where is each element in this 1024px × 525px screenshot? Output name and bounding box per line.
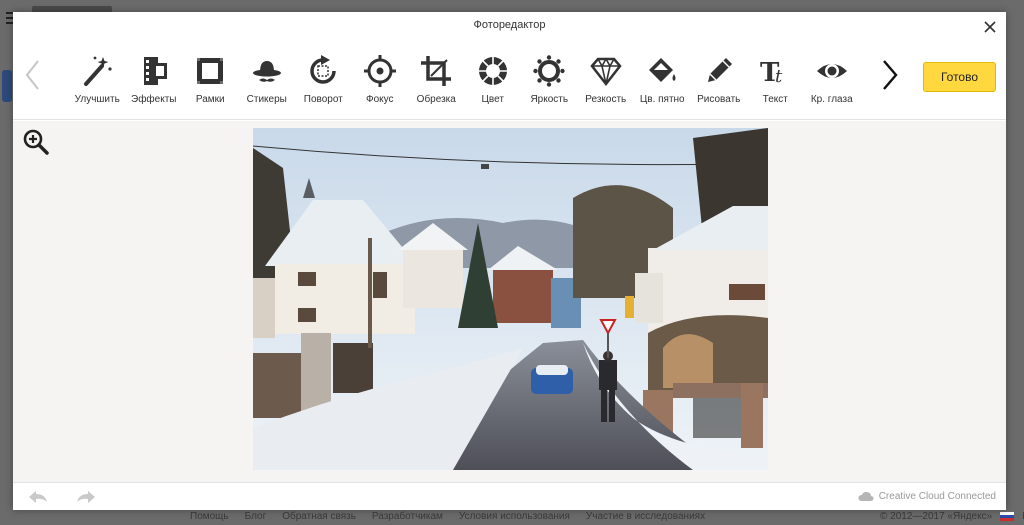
redo-arrow-icon — [77, 491, 95, 503]
tool-crop[interactable]: Обрезка — [408, 42, 465, 120]
photo[interactable] — [253, 128, 768, 470]
zoom-in-button[interactable] — [22, 128, 50, 156]
tool-text[interactable]: Tt Текст — [747, 42, 804, 120]
rotate-icon — [306, 54, 340, 88]
tool-label: Эффекты — [131, 94, 177, 105]
copyright: © 2012—2017 «Яндекс» — [880, 511, 993, 522]
tool-red-eye[interactable]: Кр. глаза — [804, 42, 861, 120]
footer-right: © 2012—2017 «Яндекс» RU — [880, 511, 1024, 522]
background-button — [2, 70, 12, 102]
tool-film-effects[interactable]: Эффекты — [126, 42, 183, 120]
sharpness-diamond-icon — [589, 54, 623, 88]
tool-sharpness-diamond[interactable]: Резкость — [578, 42, 635, 120]
magic-wand-icon — [80, 54, 114, 88]
tool-label: Обрезка — [416, 94, 456, 105]
creative-cloud-status: Creative Cloud Connected — [858, 491, 996, 502]
close-icon — [984, 21, 996, 33]
chevron-right-icon — [883, 60, 898, 90]
prev-tools-button[interactable] — [22, 58, 44, 92]
footer-links: Помощь Блог Обратная связь Разработчикам Усл… — [190, 511, 705, 522]
tool-label: Текст — [762, 94, 788, 105]
footer-link: Условия использования — [458, 511, 570, 522]
tool-label: Фокус — [365, 94, 394, 105]
text-icon: Tt — [758, 54, 792, 88]
bottom-bar: Creative Cloud Connected — [13, 482, 1006, 510]
footer-link: Участие в исследованиях — [585, 511, 706, 522]
tool-label: Поворот — [303, 94, 343, 105]
background-footer: Помощь Блог Обратная связь Разработчикам Усл… — [0, 508, 1024, 525]
color-icon — [476, 54, 510, 88]
focus-icon — [363, 54, 397, 88]
footer-link: Помощь — [190, 511, 229, 522]
close-button[interactable] — [982, 19, 998, 35]
next-tools-button[interactable] — [879, 58, 901, 92]
tool-pencil[interactable]: Рисовать — [691, 42, 748, 120]
tool-brightness[interactable]: Яркость — [521, 42, 578, 120]
tool-magic-wand[interactable]: Улучшить — [69, 42, 126, 120]
pencil-icon — [702, 54, 736, 88]
tool-label: Стикеры — [246, 94, 287, 105]
creative-cloud-icon — [858, 491, 874, 501]
canvas-area — [13, 121, 1006, 482]
tool-label: Цв. пятно — [639, 94, 685, 105]
tool-frame[interactable]: Рамки — [182, 42, 239, 120]
tool-label: Яркость — [530, 94, 569, 105]
winter-street-photo — [253, 128, 768, 470]
chevron-left-icon — [25, 60, 39, 90]
undo-button[interactable] — [27, 489, 49, 505]
svg-text:t: t — [775, 66, 783, 87]
toolbar: Улучшить Эффекты Рамки Стикеры Поворот Фокус О… — [13, 42, 1006, 120]
tool-label: Улучшить — [74, 94, 120, 105]
photo-editor-modal: Фоторедактор Улучшить Эффекты Рамки Стикеры… — [13, 12, 1006, 510]
footer-link: Блог — [244, 511, 267, 522]
creative-cloud-label: Creative Cloud Connected — [878, 491, 996, 502]
footer-link: Разработчикам — [371, 511, 443, 522]
flag-icon — [1000, 512, 1015, 521]
tool-sticker-hat[interactable]: Стикеры — [239, 42, 296, 120]
footer-link: Обратная связь — [282, 511, 356, 522]
zoom-in-icon — [23, 129, 49, 155]
red-eye-icon — [815, 54, 849, 88]
modal-title: Фоторедактор — [473, 19, 546, 31]
brightness-icon — [532, 54, 566, 88]
tool-label: Рисовать — [697, 94, 741, 105]
tool-list: Улучшить Эффекты Рамки Стикеры Поворот Фокус О… — [69, 42, 860, 120]
film-effects-icon — [137, 54, 171, 88]
tool-rotate[interactable]: Поворот — [295, 42, 352, 120]
tool-focus[interactable]: Фокус — [352, 42, 409, 120]
tool-color[interactable]: Цвет — [465, 42, 522, 120]
color-splash-icon — [645, 54, 679, 88]
tool-label: Кр. глаза — [810, 94, 853, 105]
sticker-hat-icon — [250, 54, 284, 88]
redo-button[interactable] — [75, 489, 97, 505]
tool-label: Цвет — [481, 94, 504, 105]
tool-label: Рамки — [195, 94, 225, 105]
tool-label: Резкость — [585, 94, 627, 105]
frame-icon — [193, 54, 227, 88]
crop-icon — [419, 54, 453, 88]
tool-color-splash[interactable]: Цв. пятно — [634, 42, 691, 120]
undo-arrow-icon — [29, 491, 47, 503]
done-button[interactable]: Готово — [923, 62, 996, 92]
